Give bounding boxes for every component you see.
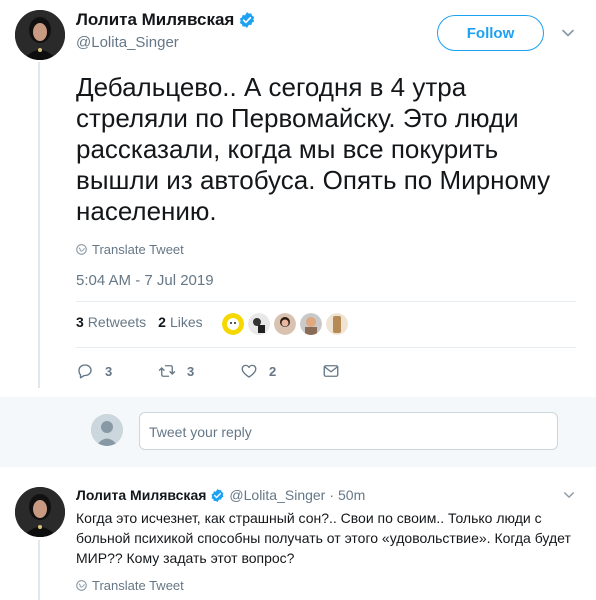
follow-button[interactable]: Follow [437, 15, 544, 51]
translate-tweet-link[interactable]: Translate Tweet [76, 242, 184, 257]
avatar[interactable] [274, 313, 296, 335]
liker-avatars [222, 313, 348, 335]
like-icon [241, 364, 257, 378]
like-count: 2 [269, 363, 277, 379]
reply-tweet-text: Когда это исчезнет, как страшный сон?.. … [76, 510, 571, 566]
verified-badge-icon [240, 12, 255, 28]
retweets-count: 3 [76, 314, 84, 330]
verified-badge-icon [211, 488, 224, 502]
tweet-actions: 3 3 2 [76, 362, 340, 380]
reply-icon [78, 364, 92, 379]
chevron-down-icon[interactable] [561, 26, 575, 40]
retweet-icon [158, 365, 176, 377]
reply-header: Лолита Милявская @Lolita_Singer · 50m [76, 487, 365, 503]
avatar[interactable] [15, 487, 65, 537]
likes-label: Likes [169, 314, 203, 330]
avatar[interactable] [326, 313, 348, 335]
likes-count: 2 [158, 314, 166, 330]
dm-icon [323, 365, 339, 377]
chevron-down-icon[interactable] [563, 489, 575, 501]
display-name[interactable]: Лолита Милявская [76, 487, 206, 503]
avatar[interactable] [248, 313, 270, 335]
divider [76, 347, 576, 348]
reply-count: 3 [105, 363, 113, 379]
divider [76, 301, 576, 302]
dm-action[interactable] [322, 362, 340, 380]
globe-icon [76, 580, 87, 591]
handle[interactable]: @Lolita_Singer [76, 34, 256, 51]
like-action[interactable]: 2 [240, 362, 322, 380]
display-name[interactable]: Лолита Милявская [76, 10, 234, 30]
thread-line [38, 540, 40, 600]
avatar[interactable] [300, 313, 322, 335]
avatar [91, 414, 123, 446]
retweet-action[interactable]: 3 [158, 362, 240, 380]
reply-time[interactable]: 50m [338, 487, 365, 503]
tweet-text: Дебальцево.. А сегодня в 4 утра стреляли… [76, 72, 551, 226]
timestamp[interactable]: 5:04 AM - 7 Jul 2019 [76, 272, 214, 289]
likes-stat[interactable]: 2 Likes [158, 314, 202, 330]
engagement-stats: 3 Retweets 2 Likes [76, 314, 203, 330]
reply-action[interactable]: 3 [76, 362, 158, 380]
handle[interactable]: @Lolita_Singer [229, 487, 325, 503]
avatar[interactable] [222, 313, 244, 335]
avatar[interactable] [15, 10, 65, 60]
thread-line [38, 62, 40, 388]
globe-icon [76, 244, 87, 255]
retweet-count: 3 [187, 363, 195, 379]
translate-tweet-link[interactable]: Translate Tweet [76, 578, 184, 593]
separator: · [329, 487, 335, 503]
retweets-label: Retweets [87, 314, 147, 330]
translate-label[interactable]: Translate Tweet [92, 578, 184, 593]
reply-input[interactable]: Tweet your reply [139, 412, 558, 450]
translate-label[interactable]: Translate Tweet [92, 242, 184, 257]
retweets-stat[interactable]: 3 Retweets [76, 314, 146, 330]
